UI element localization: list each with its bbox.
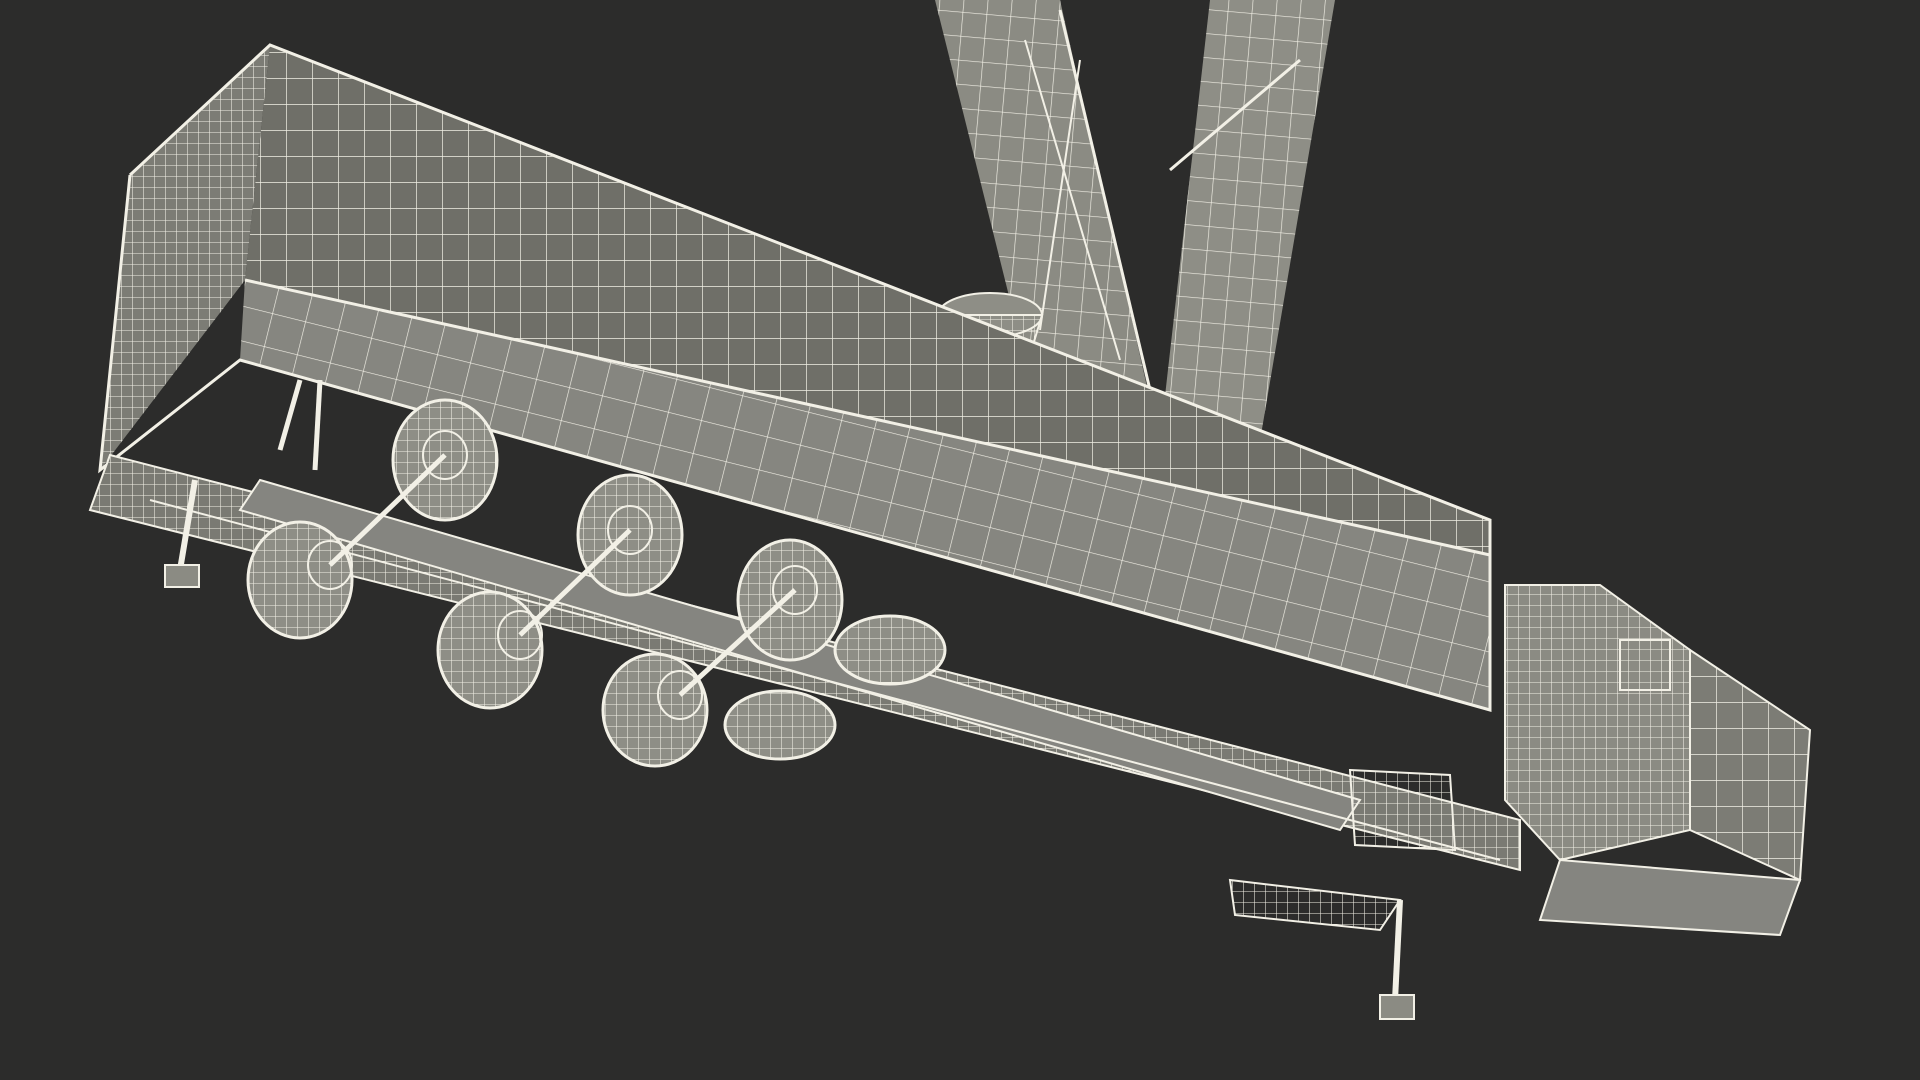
- wheel: [736, 538, 844, 662]
- wireframe-model: [88, 0, 1812, 1020]
- wheel: [601, 652, 709, 768]
- render-viewport: [0, 0, 1920, 1080]
- front-unit: [1504, 584, 1812, 937]
- wheel: [246, 520, 354, 640]
- wheel: [576, 473, 684, 597]
- wheel: [391, 398, 499, 522]
- wheel: [436, 590, 544, 710]
